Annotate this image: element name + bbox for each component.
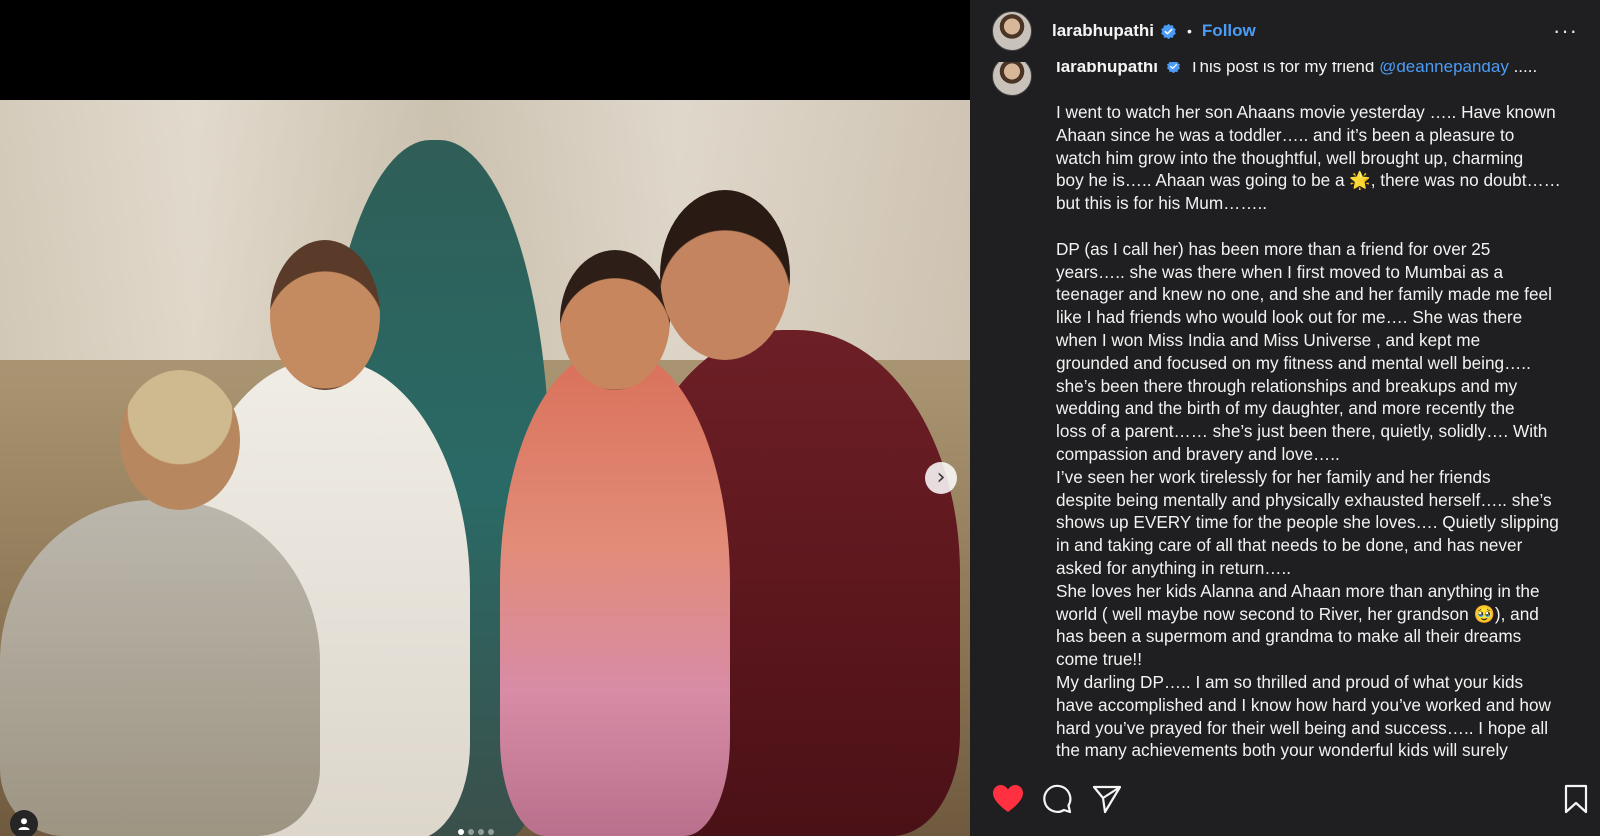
caption-line: years….. she was there when I first move… [1056,261,1504,282]
caption-line: when I won Miss India and Miss Universe … [1056,329,1481,350]
post-header: larabhupathi • Follow ··· [970,0,1600,62]
photo-figure-girl [500,350,730,836]
caption-line: come true!! [1056,649,1142,670]
caption-line: she’s been there through relationships a… [1056,375,1518,396]
follow-button[interactable]: Follow [1202,21,1256,41]
photo-head-woman-right [660,190,790,360]
caption-line: in and taking care of all that needs to … [1056,535,1523,556]
caption-line: loss of a parent…… she’s just been there… [1056,421,1548,442]
caption-line: like I had friends who would look out fo… [1056,307,1523,328]
carousel-next-button[interactable]: › [925,462,957,494]
caption-line: DP (as I call her) has been more than a … [1056,238,1491,259]
carousel-dot [478,829,484,835]
caption-line: asked for anything in return….. [1056,557,1292,578]
user-tag-glyph [18,818,30,830]
heart-icon[interactable] [992,784,1024,814]
caption-line: boy he is….. Ahaan was going to be a 🌟, … [1056,170,1561,191]
caption-line: hard you’ve prayed for their well being … [1056,717,1549,738]
caption-line: shows up EVERY time for the people she l… [1056,512,1559,533]
caption-line: I went to watch her son Ahaans movie yes… [1056,102,1556,122]
send-icon[interactable] [1092,784,1122,814]
post-actions-bar [970,768,1600,836]
caption-line: world ( well maybe now second to River, … [1056,603,1539,624]
caption-line: compassion and bravery and love….. [1056,443,1340,464]
caption-line: She loves her kids Alanna and Ahaan more… [1056,580,1540,601]
comment-icon[interactable] [1042,784,1072,814]
caption-line: wedding and the birth of my daughter, an… [1056,398,1515,419]
caption-line: I’ve seen her work tirelessly for her fa… [1056,466,1491,487]
caption-avatar[interactable] [992,62,1032,96]
carousel-indicator [458,829,494,835]
verified-badge-icon [1166,62,1180,74]
post-photo[interactable] [0,100,970,836]
caption-mention-link[interactable]: @deannepanday [1379,62,1509,76]
photo-head-woman-left [270,240,380,390]
caption-intro-end: ..... [1513,62,1538,76]
header-separator: • [1187,23,1192,39]
user-tag-icon[interactable] [10,810,38,836]
photo-figure-boy [0,500,320,836]
caption-body: I went to watch her son Ahaans movie yes… [1056,101,1596,762]
avatar[interactable] [992,11,1032,51]
post-side-panel: larabhupathi • Follow ··· larabhupathi T… [970,0,1600,836]
caption-line: grounded and focused on my fitness and m… [1056,352,1531,373]
caption-line: have accomplished and I know how hard yo… [1056,694,1551,715]
caption-first-line: larabhupathi This post is for my friend … [1056,62,1537,78]
verified-badge-icon [1161,23,1176,39]
caption-line: watch him grow into the thoughtful, well… [1056,147,1524,168]
carousel-dot [458,829,464,835]
caption-line: the many achievements both your wonderfu… [1056,740,1508,761]
caption-username[interactable]: larabhupathi [1056,62,1158,76]
post-author-username[interactable]: larabhupathi [1052,21,1154,41]
caption-paragraph-gap [1056,215,1596,238]
caption-line: despite being mentally and physically ex… [1056,489,1552,510]
caption-line: but this is for his Mum…….. [1056,193,1268,214]
caption-scroll-area[interactable]: larabhupathi This post is for my friend … [970,62,1600,768]
caption-line: My darling DP….. I am so thrilled and pr… [1056,671,1524,692]
post-media: › [0,0,970,836]
caption-line: has been a supermom and grandma to make … [1056,626,1522,647]
carousel-dot [468,829,474,835]
caption-intro: This post is for my friend [1189,62,1375,76]
caption-line: Ahaan since he was a toddler….. and it’s… [1056,124,1515,145]
more-options-button[interactable]: ··· [1553,18,1578,44]
carousel-dot [488,829,494,835]
photo-head-boy [120,370,240,510]
bookmark-icon[interactable] [1564,784,1588,814]
caption-line: teenager and knew no one, and she and he… [1056,284,1552,305]
photo-head-girl [560,250,670,390]
